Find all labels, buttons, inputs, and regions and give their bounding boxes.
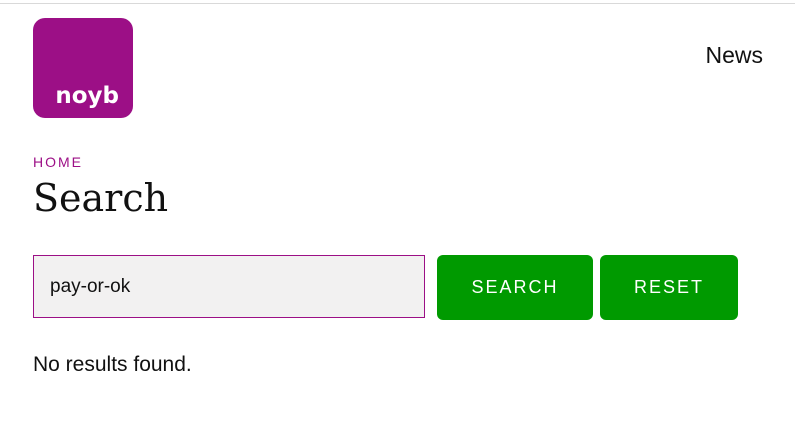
- search-button[interactable]: SEARCH: [437, 255, 593, 320]
- noyb-logo[interactable]: noyb: [33, 18, 133, 118]
- search-input[interactable]: [33, 255, 425, 318]
- page-title: Search: [33, 176, 169, 220]
- logo-text: noyb: [55, 83, 119, 109]
- nav-link-news[interactable]: News: [705, 42, 763, 69]
- reset-button[interactable]: RESET: [600, 255, 738, 320]
- no-results-message: No results found.: [33, 353, 192, 376]
- top-border: [0, 0, 795, 4]
- breadcrumb-home[interactable]: HOME: [33, 154, 83, 170]
